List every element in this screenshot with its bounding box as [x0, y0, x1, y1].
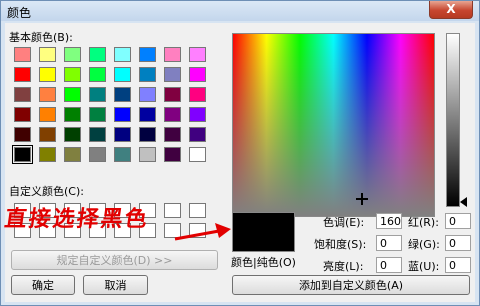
basic-color-swatch[interactable] — [139, 87, 156, 102]
basic-color-swatch[interactable] — [64, 47, 81, 62]
blue-label: 蓝(U): — [408, 260, 440, 273]
custom-colors-label: 自定义颜色(C): — [9, 185, 84, 198]
basic-color-swatch[interactable] — [164, 147, 181, 162]
basic-color-swatch[interactable] — [39, 147, 56, 162]
basic-color-swatch[interactable] — [89, 87, 106, 102]
basic-color-swatch[interactable] — [114, 67, 131, 82]
basic-color-swatch[interactable] — [139, 67, 156, 82]
hue-label: 色调(E): — [323, 216, 365, 229]
saturation-field[interactable]: 0 — [376, 235, 402, 251]
annotation-text: 直接选择黑色 — [2, 206, 151, 232]
basic-color-swatch[interactable] — [64, 147, 81, 162]
basic-colors-label: 基本颜色(B): — [9, 31, 73, 44]
custom-color-swatch[interactable] — [189, 203, 206, 218]
basic-color-swatch[interactable] — [189, 67, 206, 82]
basic-color-swatch[interactable] — [114, 107, 131, 122]
blue-field[interactable]: 0 — [445, 257, 471, 273]
crosshair-icon[interactable] — [356, 193, 368, 205]
close-button[interactable]: X — [429, 1, 473, 19]
basic-colors-grid — [12, 47, 208, 165]
custom-color-swatch[interactable] — [164, 203, 181, 218]
ok-button[interactable]: 确定 — [11, 275, 75, 295]
add-to-custom-colors-button[interactable]: 添加到自定义颜色(A) — [232, 275, 470, 295]
hue-field[interactable]: 160 — [376, 213, 402, 229]
basic-color-swatch[interactable] — [164, 127, 181, 142]
define-custom-colors-button[interactable]: 规定自定义颜色(D) >> — [11, 250, 218, 270]
basic-color-swatch[interactable] — [39, 67, 56, 82]
arrow-icon — [174, 223, 231, 241]
basic-color-swatch[interactable] — [89, 147, 106, 162]
basic-color-swatch[interactable] — [39, 87, 56, 102]
basic-color-swatch[interactable] — [114, 127, 131, 142]
basic-color-swatch[interactable] — [39, 47, 56, 62]
green-label: 绿(G): — [408, 238, 440, 251]
basic-color-swatch[interactable] — [89, 107, 106, 122]
green-field[interactable]: 0 — [445, 235, 471, 251]
basic-color-swatch[interactable] — [114, 47, 131, 62]
basic-color-swatch[interactable] — [14, 47, 31, 62]
basic-color-swatch[interactable] — [39, 127, 56, 142]
basic-color-swatch[interactable] — [139, 107, 156, 122]
basic-color-swatch[interactable] — [189, 147, 206, 162]
basic-color-swatch[interactable] — [114, 147, 131, 162]
red-label: 红(R): — [408, 216, 439, 229]
basic-color-swatch[interactable] — [89, 127, 106, 142]
luminance-arrow-icon[interactable] — [460, 197, 467, 207]
basic-color-swatch[interactable] — [189, 87, 206, 102]
luminance-label: 亮度(L): — [323, 260, 364, 273]
basic-color-swatch[interactable] — [14, 87, 31, 102]
basic-color-swatch[interactable] — [14, 127, 31, 142]
luminance-field[interactable]: 0 — [376, 257, 402, 273]
window-title: 颜色 — [7, 6, 32, 20]
cancel-button[interactable]: 取消 — [83, 275, 148, 295]
basic-color-swatch[interactable] — [12, 145, 33, 164]
basic-color-swatch[interactable] — [139, 47, 156, 62]
basic-color-swatch[interactable] — [64, 67, 81, 82]
basic-color-swatch[interactable] — [39, 107, 56, 122]
dialog-body: 基本颜色(B): 自定义颜色(C): 直接选择黑色 规定自定义颜色(D) >> … — [2, 23, 475, 302]
basic-color-swatch[interactable] — [139, 127, 156, 142]
title-bar: 颜色 X — [1, 1, 479, 21]
basic-color-swatch[interactable] — [64, 127, 81, 142]
basic-color-swatch[interactable] — [14, 107, 31, 122]
basic-color-swatch[interactable] — [89, 47, 106, 62]
basic-color-swatch[interactable] — [89, 67, 106, 82]
red-field[interactable]: 0 — [445, 213, 471, 229]
basic-color-swatch[interactable] — [164, 67, 181, 82]
color-solid-label: 颜色|纯色(O) — [231, 256, 296, 269]
basic-color-swatch[interactable] — [189, 107, 206, 122]
basic-color-swatch[interactable] — [114, 87, 131, 102]
basic-color-swatch[interactable] — [164, 87, 181, 102]
luminance-slider[interactable] — [446, 33, 460, 207]
saturation-label: 饱和度(S): — [314, 238, 367, 251]
basic-color-swatch[interactable] — [189, 47, 206, 62]
basic-color-swatch[interactable] — [139, 147, 156, 162]
basic-color-swatch[interactable] — [64, 107, 81, 122]
color-spectrum[interactable] — [232, 33, 435, 217]
basic-color-swatch[interactable] — [164, 47, 181, 62]
basic-color-swatch[interactable] — [189, 127, 206, 142]
basic-color-swatch[interactable] — [64, 87, 81, 102]
color-dialog: 颜色 X 基本颜色(B): 自定义颜色(C): 直接选择黑色 规定自定义颜色(D… — [0, 0, 480, 306]
basic-color-swatch[interactable] — [14, 67, 31, 82]
basic-color-swatch[interactable] — [164, 107, 181, 122]
color-preview[interactable] — [232, 212, 295, 252]
